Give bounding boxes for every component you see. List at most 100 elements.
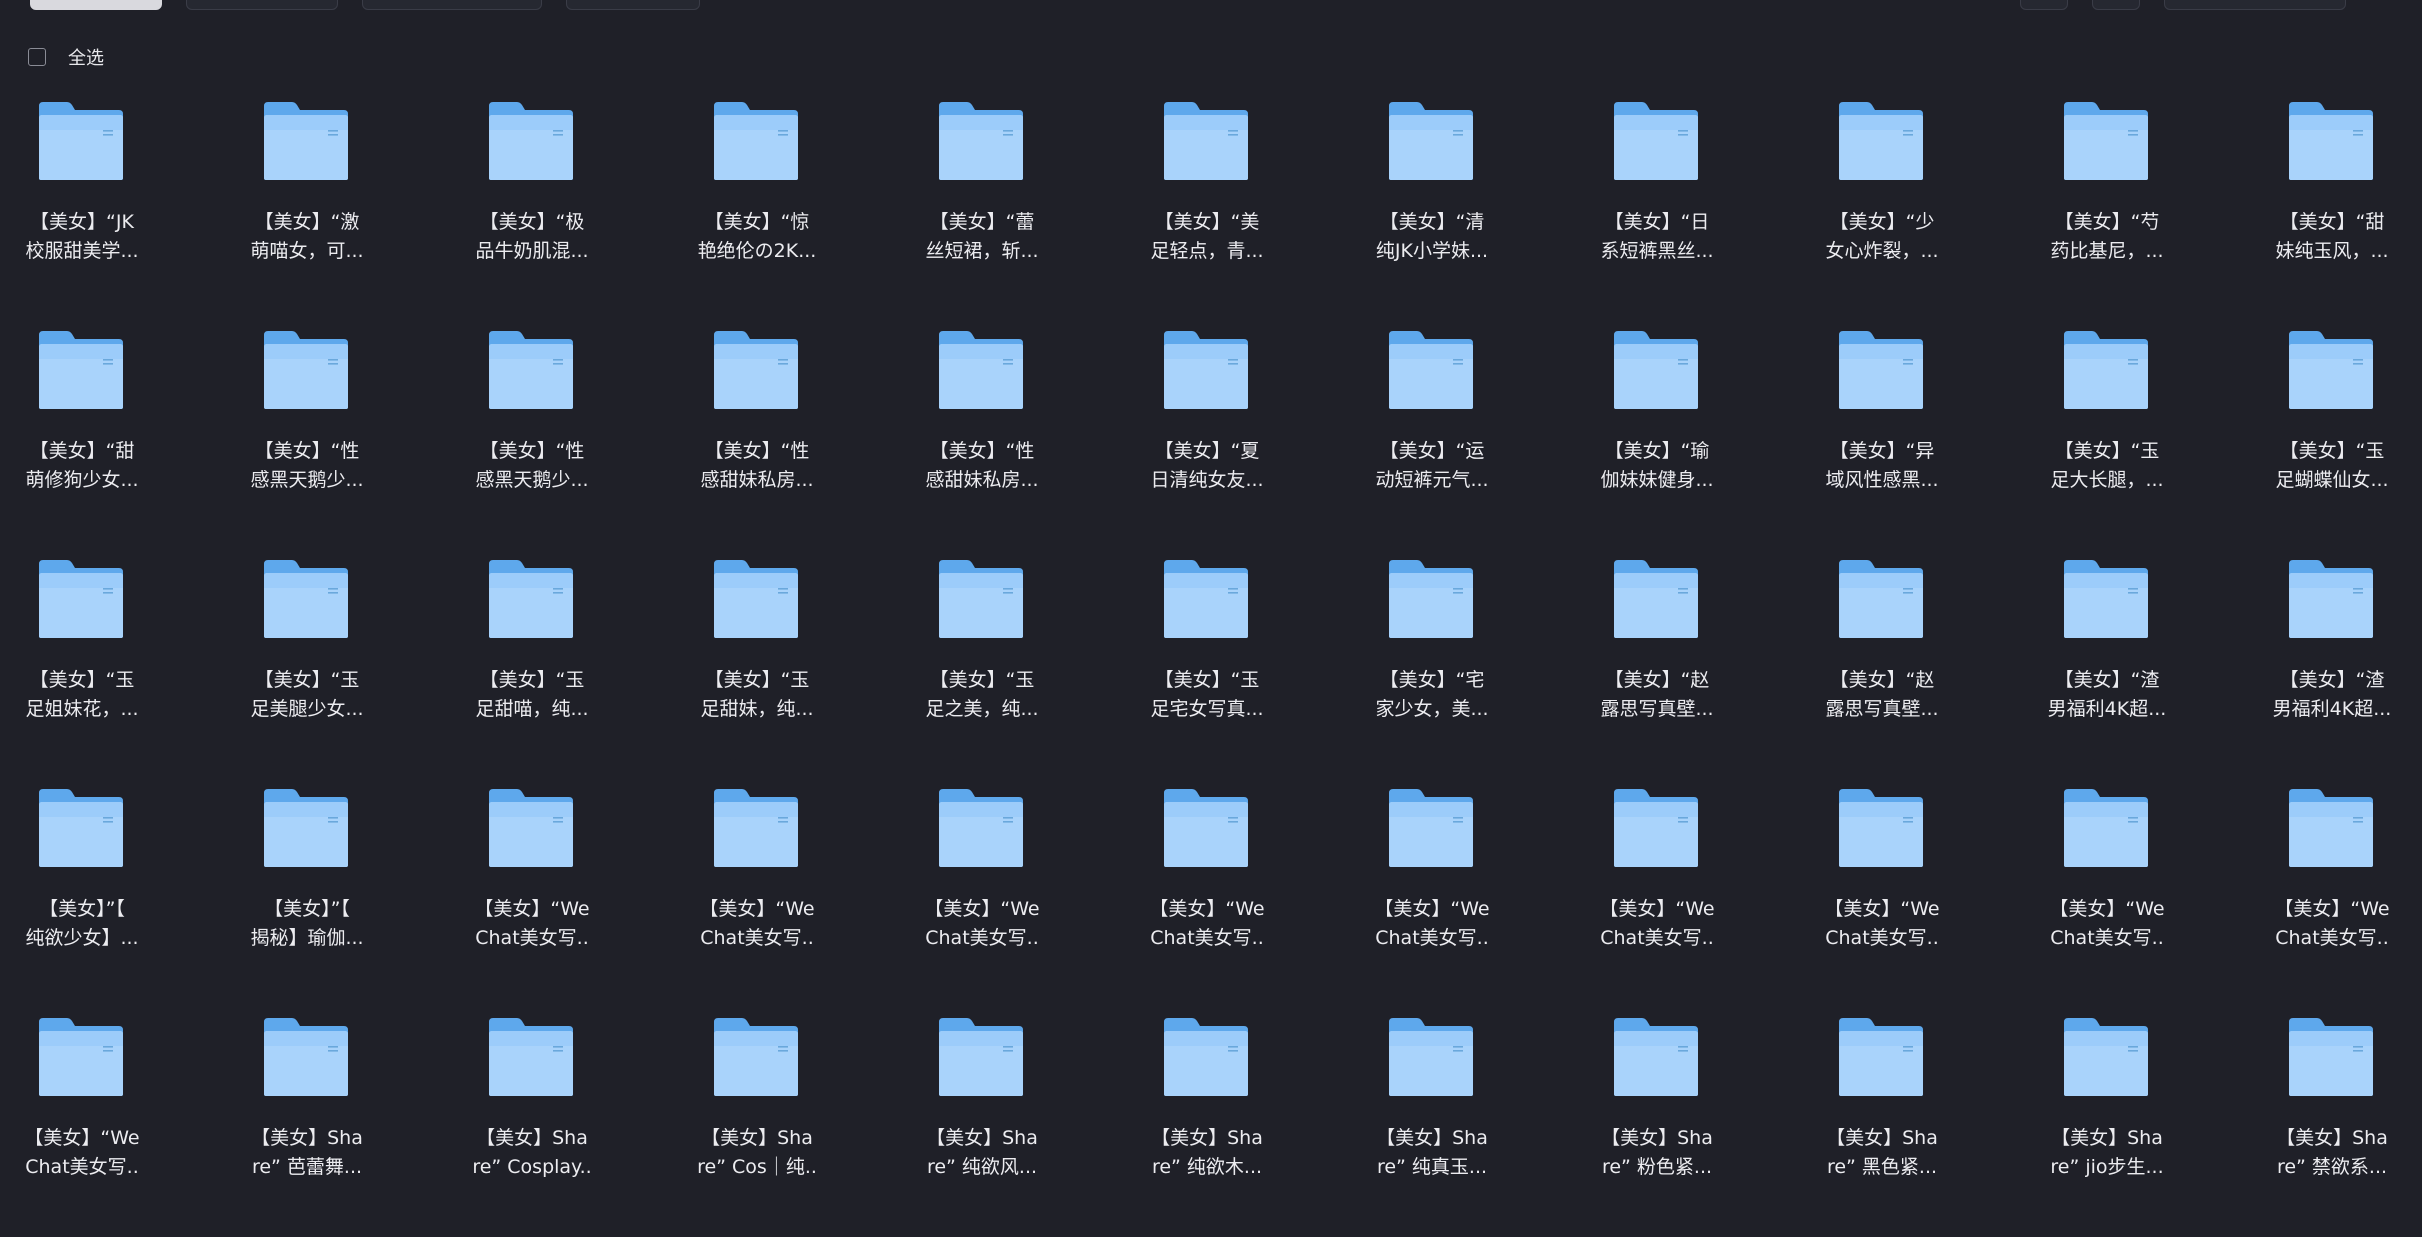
folder-item[interactable]: 【美女】Sha re” 黑色紧... — [1782, 1008, 1982, 1237]
folder-item[interactable]: 【美女】“甜 妹纯玉风，... — [2232, 92, 2422, 321]
folder-item[interactable]: 【美女】“We Chat美女写.. — [2007, 779, 2207, 1008]
select-all-label: 全选 — [68, 48, 104, 69]
folder-item[interactable]: 【美女】“We Chat美女写.. — [2232, 779, 2422, 1008]
folder-name-line1: 【美女】“We — [2049, 898, 2165, 920]
folder-name-line2: Chat美女写.. — [2275, 927, 2389, 949]
folder-item[interactable]: 【美女】“激 萌喵女，可... — [207, 92, 407, 321]
folder-name: 【美女】“We Chat美女写.. — [1332, 895, 1532, 953]
folder-name: 【美女】“玉 足宅女写真... — [1107, 666, 1307, 724]
folder-name-line2: re” 纯真玉... — [1376, 1156, 1488, 1178]
folder-item[interactable]: 【美女】Sha re” 粉色紧... — [1557, 1008, 1757, 1237]
folder-item[interactable]: 【美女】“日 系短裤黑丝... — [1557, 92, 1757, 321]
folder-icon — [714, 102, 798, 180]
folder-name: 【美女】“性 感甜妹私房... — [882, 437, 1082, 495]
folder-item[interactable]: 【美女】“We Chat美女写.. — [432, 779, 632, 1008]
folder-item[interactable]: 【美女】“宅 家少女，美... — [1332, 550, 1532, 779]
folder-name: 【美女】“运 动短裤元气... — [1332, 437, 1532, 495]
folder-item[interactable]: 【美女】“蕾 丝短裙，斩... — [882, 92, 1082, 321]
folder-name-line2: 域风性感黑... — [1825, 469, 1939, 491]
select-all-checkbox[interactable] — [28, 48, 46, 66]
toolbar-button-view[interactable] — [2092, 0, 2140, 10]
folder-name-line2: re” 纯欲木... — [1151, 1156, 1263, 1178]
folder-item[interactable]: 【美女】Sha re” Cosplay.. — [432, 1008, 632, 1237]
folder-name-line1: 【美女】“甜 — [29, 440, 135, 462]
folder-item[interactable]: 【美女】“性 感黑天鹅少... — [432, 321, 632, 550]
folder-item[interactable]: 【美女】“瑜 伽妹妹健身... — [1557, 321, 1757, 550]
folder-item[interactable]: 【美女】“We Chat美女写.. — [0, 1008, 182, 1237]
folder-name-line1: 【美女】“玉 — [29, 669, 135, 691]
folder-name-line1: 【美女】“极 — [479, 211, 585, 233]
folder-name-line1: 【美女】“玉 — [929, 669, 1035, 691]
folder-item[interactable]: 【美女】“性 感甜妹私房... — [882, 321, 1082, 550]
folder-icon — [1614, 789, 1698, 867]
folder-name-line1: 【美女】“美 — [1154, 211, 1260, 233]
folder-item[interactable]: 【美女】“JK 校服甜美学... — [0, 92, 182, 321]
folder-icon — [1164, 789, 1248, 867]
folder-name: 【美女】“甜 萌修狗少女... — [0, 437, 182, 495]
folder-item[interactable]: 【美女】“极 品牛奶肌混... — [432, 92, 632, 321]
folder-name-line2: re” 纯欲风... — [926, 1156, 1038, 1178]
folder-item[interactable]: 【美女】“玉 足蝴蝶仙女... — [2232, 321, 2422, 550]
toolbar-button-sort[interactable] — [2020, 0, 2068, 10]
folder-item[interactable]: 【美女】“We Chat美女写.. — [657, 779, 857, 1008]
folder-icon — [2289, 789, 2373, 867]
folder-item[interactable]: 【美女】“玉 足姐妹花，... — [0, 550, 182, 779]
folder-icon — [939, 1018, 1023, 1096]
folder-item[interactable]: 【美女】“渣 男福利4K超... — [2232, 550, 2422, 779]
folder-name-line1: 【美女】“宅 — [1379, 669, 1485, 691]
folder-item[interactable]: 【美女】”【 揭秘】瑜伽... — [207, 779, 407, 1008]
toolbar-button-more[interactable] — [566, 0, 700, 10]
folder-item[interactable]: 【美女】Sha re” 纯真玉... — [1332, 1008, 1532, 1237]
folder-item[interactable]: 【美女】“玉 足大长腿，... — [2007, 321, 2207, 550]
folder-item[interactable]: 【美女】“We Chat美女写.. — [1557, 779, 1757, 1008]
folder-item[interactable]: 【美女】“玉 足甜妹，纯... — [657, 550, 857, 779]
folder-item[interactable]: 【美女】“赵 露思写真壁... — [1557, 550, 1757, 779]
folder-icon — [1164, 560, 1248, 638]
folder-icon — [2064, 560, 2148, 638]
select-all[interactable]: 全选 — [28, 44, 104, 70]
folder-name-line1: 【美女】Sha — [1151, 1127, 1263, 1149]
folder-item[interactable]: 【美女】“We Chat美女写.. — [1332, 779, 1532, 1008]
folder-name-line2: 足甜妹，纯... — [700, 698, 814, 720]
folder-item[interactable]: 【美女】Sha re” 芭蕾舞... — [207, 1008, 407, 1237]
folder-item[interactable]: 【美女】“We Chat美女写.. — [1782, 779, 1982, 1008]
folder-item[interactable]: 【美女】Sha re” jio步生... — [2007, 1008, 2207, 1237]
folder-item[interactable]: 【美女】”【 纯欲少女】... — [0, 779, 182, 1008]
folder-item[interactable]: 【美女】Sha re” 纯欲木... — [1107, 1008, 1307, 1237]
toolbar-search-box[interactable] — [2164, 0, 2346, 10]
folder-item[interactable]: 【美女】“惊 艳绝伦の2K... — [657, 92, 857, 321]
folder-name: 【美女】“We Chat美女写.. — [432, 895, 632, 953]
folder-item[interactable]: 【美女】“夏 日清纯女友... — [1107, 321, 1307, 550]
folder-item[interactable]: 【美女】“玉 足甜喵，纯... — [432, 550, 632, 779]
folder-item[interactable]: 【美女】“We Chat美女写.. — [882, 779, 1082, 1008]
folder-item[interactable]: 【美女】Sha re” 纯欲风... — [882, 1008, 1082, 1237]
folder-name-line1: 【美女】“玉 — [704, 669, 810, 691]
folder-item[interactable]: 【美女】“性 感黑天鹅少... — [207, 321, 407, 550]
folder-item[interactable]: 【美女】“玉 足美腿少女... — [207, 550, 407, 779]
folder-icon — [264, 789, 348, 867]
folder-icon — [1389, 560, 1473, 638]
folder-icon — [1614, 102, 1698, 180]
folder-name-line1: 【美女】Sha — [701, 1127, 813, 1149]
folder-name-line2: re” Cosplay.. — [472, 1156, 592, 1178]
toolbar-button-upload[interactable] — [30, 0, 162, 10]
folder-item[interactable]: 【美女】“性 感甜妹私房... — [657, 321, 857, 550]
folder-item[interactable]: 【美女】“少 女心炸裂，... — [1782, 92, 1982, 321]
folder-item[interactable]: 【美女】“芍 药比基尼，... — [2007, 92, 2207, 321]
folder-icon — [264, 560, 348, 638]
toolbar-button-download[interactable] — [362, 0, 542, 10]
folder-item[interactable]: 【美女】“赵 露思写真壁... — [1782, 550, 1982, 779]
folder-item[interactable]: 【美女】“运 动短裤元气... — [1332, 321, 1532, 550]
toolbar-button-new-folder[interactable] — [186, 0, 338, 10]
folder-item[interactable]: 【美女】“渣 男福利4K超... — [2007, 550, 2207, 779]
folder-item[interactable]: 【美女】“美 足轻点，青... — [1107, 92, 1307, 321]
folder-item[interactable]: 【美女】Sha re” 禁欲系... — [2232, 1008, 2422, 1237]
folder-item[interactable]: 【美女】“We Chat美女写.. — [1107, 779, 1307, 1008]
folder-icon — [714, 789, 798, 867]
folder-item[interactable]: 【美女】“异 域风性感黑... — [1782, 321, 1982, 550]
folder-item[interactable]: 【美女】Sha re” Cos｜纯.. — [657, 1008, 857, 1237]
folder-item[interactable]: 【美女】“清 纯JK小学妹... — [1332, 92, 1532, 321]
folder-item[interactable]: 【美女】“甜 萌修狗少女... — [0, 321, 182, 550]
folder-item[interactable]: 【美女】“玉 足之美，纯... — [882, 550, 1082, 779]
folder-item[interactable]: 【美女】“玉 足宅女写真... — [1107, 550, 1307, 779]
